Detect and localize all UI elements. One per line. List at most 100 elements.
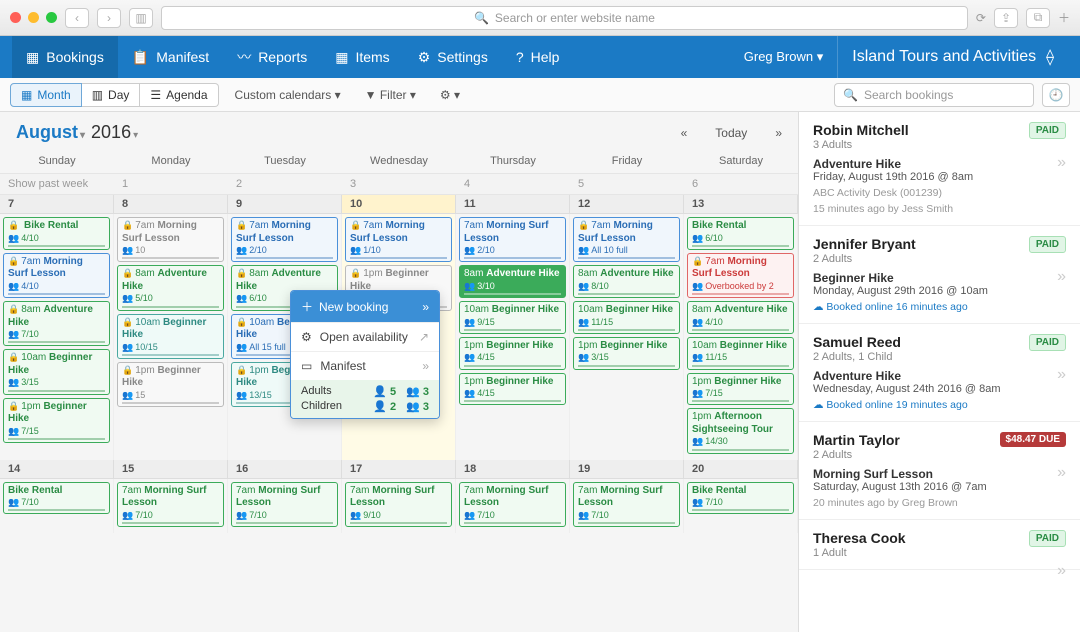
- calendar-event[interactable]: 🔒8am Adventure Hike 👥 5/10: [117, 265, 224, 310]
- nav-settings[interactable]: ⚙ Settings: [404, 36, 502, 78]
- custom-calendars-dropdown[interactable]: Custom calendars ▾: [227, 84, 349, 106]
- day-cell[interactable]: 7am Morning Surf Lesson 👥 7/10: [114, 479, 228, 533]
- booking-card[interactable]: PAID Robin Mitchell 3 Adults Adventure H…: [799, 112, 1080, 226]
- people-icon: 👥: [122, 342, 133, 353]
- gear-dropdown[interactable]: ⚙ ▾: [432, 84, 468, 106]
- user-menu[interactable]: Greg Brown ▾: [730, 49, 838, 65]
- show-past-week-label: Show past week: [0, 174, 114, 194]
- day-cell[interactable]: 7am Morning Surf Lesson 👥 7/10: [228, 479, 342, 533]
- close-window-icon[interactable]: [10, 12, 21, 23]
- booking-card[interactable]: PAID Theresa Cook 1 Adult »: [799, 520, 1080, 570]
- calendar-event[interactable]: 1pm Afternoon Sightseeing Tour 👥 14/30: [687, 408, 794, 453]
- nav-bookings[interactable]: ▦ Bookings: [12, 36, 118, 78]
- reload-icon[interactable]: ⟳: [976, 11, 986, 25]
- booking-card[interactable]: PAID Jennifer Bryant 2 Adults Beginner H…: [799, 226, 1080, 324]
- nav-bookings-label: Bookings: [46, 49, 104, 65]
- calendar-event[interactable]: 1pm Beginner Hike 👥 7/15: [687, 373, 794, 406]
- people-icon: 👥: [578, 245, 589, 256]
- calendar-event[interactable]: 7am Morning Surf Lesson 👥 7/10: [117, 482, 224, 527]
- calendar-event[interactable]: 1pm Beginner Hike 👥 3/15: [573, 337, 680, 370]
- nav-manifest[interactable]: 📋 Manifest: [118, 36, 223, 78]
- back-button[interactable]: ‹: [65, 8, 89, 28]
- month-picker[interactable]: August▾: [16, 122, 85, 143]
- tabs-button[interactable]: ⧉: [1026, 8, 1050, 28]
- day-cell[interactable]: 7am Morning Surf Lesson 👥 7/10: [456, 479, 570, 533]
- booking-card[interactable]: $48.47 DUE Martin Taylor 2 Adults Mornin…: [799, 422, 1080, 520]
- calendar-event[interactable]: 🔒7am Morning Surf Lesson 👥 4/10: [3, 253, 110, 298]
- open-availability-menu-item[interactable]: ⚙ Open availability ↗: [291, 322, 439, 351]
- prev-period-button[interactable]: «: [681, 126, 688, 140]
- day-cell[interactable]: 7am Morning Surf Lesson 👥 2/10 8am Adven…: [456, 214, 570, 460]
- people-icon: 👥: [8, 426, 19, 437]
- calendar-event[interactable]: 7am Morning Surf Lesson 👥 2/10: [459, 217, 566, 262]
- day-cell[interactable]: Bike Rental 👥 7/10: [684, 479, 798, 533]
- booking-datetime: Saturday, August 13th 2016 @ 7am: [813, 481, 1066, 493]
- new-tab-button[interactable]: ＋: [1058, 9, 1070, 26]
- chevron-right-icon: »: [1057, 154, 1066, 172]
- brand-icon: ⟠: [1046, 47, 1054, 67]
- day-cell[interactable]: Bike Rental 👥 6/10 🔒7am Morning Surf Les…: [684, 214, 798, 460]
- calendar-event[interactable]: 8am Adventure Hike 👥 4/10: [687, 301, 794, 334]
- today-button[interactable]: Today: [705, 123, 757, 143]
- history-button[interactable]: 🕘: [1042, 83, 1070, 107]
- lock-icon: 🔒: [8, 352, 19, 362]
- calendar-event[interactable]: 1pm Beginner Hike 👥 4/15: [459, 373, 566, 406]
- nav-help[interactable]: ? Help: [502, 36, 574, 78]
- maximize-window-icon[interactable]: [46, 12, 57, 23]
- calendar-event[interactable]: 🔒7am Morning Surf Lesson 👥 All 10 full: [573, 217, 680, 262]
- booking-card[interactable]: PAID Samuel Reed 2 Adults, 1 Child Adven…: [799, 324, 1080, 422]
- filter-dropdown[interactable]: ▼ Filter ▾: [357, 84, 424, 106]
- calendar-event[interactable]: 🔒7am Morning Surf Lesson 👥 2/10: [231, 217, 338, 262]
- calendar-event[interactable]: 1pm Beginner Hike 👥 4/15: [459, 337, 566, 370]
- calendar-event[interactable]: Bike Rental 👥 7/10: [687, 482, 794, 515]
- calendar-event[interactable]: 7am Morning Surf Lesson 👥 7/10: [573, 482, 680, 527]
- address-bar[interactable]: 🔍 Search or enter website name: [161, 6, 968, 30]
- calendar-event[interactable]: Bike Rental 👥 6/10: [687, 217, 794, 250]
- calendar-event[interactable]: 8am Adventure Hike 👥 3/10: [459, 265, 566, 298]
- calendar-event[interactable]: 🔒8am Adventure Hike 👥 7/10: [3, 301, 110, 346]
- next-period-button[interactable]: »: [775, 126, 782, 140]
- chevron-right-icon: »: [1057, 562, 1066, 580]
- calendar-event[interactable]: 10am Beginner Hike 👥 11/15: [573, 301, 680, 334]
- day-cell[interactable]: 🔒7am Morning Surf Lesson 👥 1/10 🔒1pm Beg…: [342, 214, 456, 460]
- minimize-window-icon[interactable]: [28, 12, 39, 23]
- day-cell[interactable]: Bike Rental 👥 7/10: [0, 479, 114, 533]
- day-cell[interactable]: 7am Morning Surf Lesson 👥 9/10: [342, 479, 456, 533]
- sidebar-toggle-button[interactable]: ▥: [129, 8, 153, 28]
- search-bookings-input[interactable]: 🔍 Search bookings: [834, 83, 1034, 107]
- day-cell[interactable]: 🔒7am Morning Surf Lesson 👥 10 🔒8am Adven…: [114, 214, 228, 460]
- calendar-event[interactable]: 🔒1pm Beginner Hike 👥 15: [117, 362, 224, 407]
- day-cell[interactable]: 🔒 Bike Rental 👥 4/10 🔒7am Morning Surf L…: [0, 214, 114, 460]
- calendar-event[interactable]: 7am Morning Surf Lesson 👥 9/10: [345, 482, 452, 527]
- day-cell[interactable]: 7am Morning Surf Lesson 👥 7/10: [570, 479, 684, 533]
- booking-meta: ☁ Booked online 16 minutes ago: [813, 301, 1066, 313]
- nav-items[interactable]: ▦ Items: [321, 36, 403, 78]
- brand-label[interactable]: Island Tours and Activities ⟠: [837, 36, 1068, 78]
- calendar-event[interactable]: 🔒10am Beginner Hike 👥 10/15: [117, 314, 224, 359]
- calendar-event[interactable]: 🔒7am Morning Surf Lesson 👥 Overbooked by…: [687, 253, 794, 298]
- booking-datetime: Wednesday, August 24th 2016 @ 8am: [813, 383, 1066, 395]
- calendar-event[interactable]: 🔒10am Beginner Hike 👥 3/15: [3, 349, 110, 394]
- calendar-event[interactable]: 🔒7am Morning Surf Lesson 👥 10: [117, 217, 224, 262]
- calendar-event[interactable]: 10am Beginner Hike 👥 11/15: [687, 337, 794, 370]
- calendar-event[interactable]: Bike Rental 👥 7/10: [3, 482, 110, 515]
- calendar-event[interactable]: 🔒 Bike Rental 👥 4/10: [3, 217, 110, 250]
- nav-reports[interactable]: 〰 Reports: [223, 36, 321, 78]
- day-cell[interactable]: 🔒7am Morning Surf Lesson 👥 All 10 full 8…: [570, 214, 684, 460]
- calendar-event[interactable]: 10am Beginner Hike 👥 9/15: [459, 301, 566, 334]
- calendar-event[interactable]: 🔒7am Morning Surf Lesson 👥 1/10: [345, 217, 452, 262]
- forward-button[interactable]: ›: [97, 8, 121, 28]
- year-picker[interactable]: 2016▾: [91, 122, 138, 143]
- share-button[interactable]: ⇪: [994, 8, 1018, 28]
- calendar-event[interactable]: 8am Adventure Hike 👥 8/10: [573, 265, 680, 298]
- past-week-row[interactable]: Show past week 1 2 3 4 5 6: [0, 174, 798, 195]
- booking-activity: Morning Surf Lesson: [813, 467, 1066, 481]
- manifest-menu-item[interactable]: ▭ Manifest »: [291, 351, 439, 380]
- view-month-button[interactable]: ▦ Month: [10, 83, 82, 107]
- calendar-event[interactable]: 7am Morning Surf Lesson 👥 7/10: [459, 482, 566, 527]
- view-agenda-button[interactable]: ☰ Agenda: [140, 83, 218, 107]
- view-day-button[interactable]: ▥ Day: [82, 83, 141, 107]
- calendar-event[interactable]: 🔒1pm Beginner Hike 👥 7/15: [3, 398, 110, 443]
- new-booking-menu-item[interactable]: ＋ New booking »: [291, 291, 439, 322]
- calendar-event[interactable]: 7am Morning Surf Lesson 👥 7/10: [231, 482, 338, 527]
